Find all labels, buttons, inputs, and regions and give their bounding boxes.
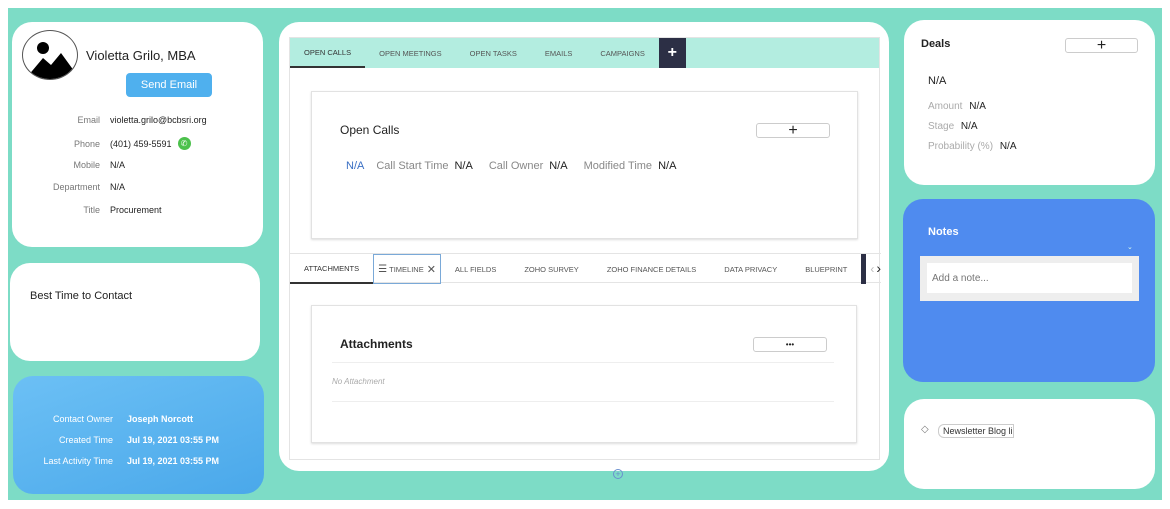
note-input-wrap	[920, 256, 1139, 301]
meta-row: Last Activity Time Jul 19, 2021 03:55 PM	[13, 451, 219, 472]
deal-fields: Amount N/A Stage N/A Probability (%) N/A	[928, 97, 1016, 157]
best-time-title: Best Time to Contact	[30, 290, 133, 302]
notes-collapse-icon[interactable]: ⌄	[1127, 243, 1133, 251]
attachments-more-button[interactable]: •••	[753, 337, 827, 352]
field-email: Email violetta.grilo@bcbsri.org	[22, 115, 207, 125]
note-input[interactable]	[927, 263, 1132, 293]
attachments-title: Attachments	[340, 337, 413, 351]
phone-value[interactable]: (401) 459-5591	[110, 139, 172, 149]
meta-list: Contact Owner Joseph Norcott Created Time…	[13, 409, 219, 472]
deal-label: Amount	[928, 101, 963, 112]
call-field-label: Call Start Time	[376, 160, 449, 172]
tab-open-meetings[interactable]: OPEN MEETINGS	[365, 38, 456, 68]
field-phone: Phone (401) 459-5591 ✆	[22, 137, 191, 150]
drag-handle-icon[interactable]: ☰	[378, 264, 387, 275]
meta-label: Last Activity Time	[43, 456, 113, 466]
open-calls-title: Open Calls	[340, 123, 400, 137]
field-value: Procurement	[110, 205, 162, 215]
add-call-button[interactable]: +	[756, 122, 830, 139]
field-title: Title Procurement	[22, 205, 162, 215]
bottom-tab-bar: ATTACHMENTS ☰ TIMELINE ✕ ALL FIELDS ZOHO S…	[290, 253, 881, 284]
deal-value: N/A	[999, 141, 1017, 152]
open-calls-box: Open Calls + N/A Call Start Time N/A Call…	[311, 91, 858, 239]
field-value: N/A	[110, 182, 126, 192]
field-label: Mobile	[73, 160, 100, 170]
deals-card: Deals + N/A Amount N/A Stage N/A Probabi…	[904, 20, 1155, 185]
field-department: Department N/A	[22, 182, 125, 192]
meta-row: Contact Owner Joseph Norcott	[13, 409, 219, 430]
best-time-card: Best Time to Contact	[10, 263, 260, 361]
call-field-value: N/A	[549, 160, 568, 172]
meta-row: Created Time Jul 19, 2021 03:55 PM	[13, 430, 219, 451]
meta-card: Contact Owner Joseph Norcott Created Time…	[13, 376, 264, 494]
center-card: OPEN CALLS OPEN MEETINGS OPEN TASKS EMAI…	[279, 22, 889, 471]
send-email-button[interactable]: Send Email	[126, 73, 212, 97]
deal-label: Stage	[928, 121, 955, 132]
call-subject-link[interactable]: N/A	[346, 160, 364, 172]
tag-chip[interactable]: Newsletter Blog li	[938, 424, 1014, 438]
deal-value: N/A	[969, 101, 986, 112]
tab-blueprint[interactable]: BLUEPRINT	[791, 254, 861, 284]
field-label: Email	[77, 115, 100, 125]
avatar	[22, 30, 78, 80]
add-deal-button[interactable]: +	[1065, 37, 1138, 54]
contact-name: Violetta Grilo, MBA	[86, 48, 196, 63]
top-tab-bar: OPEN CALLS OPEN MEETINGS OPEN TASKS EMAI…	[290, 38, 879, 68]
phone-call-icon[interactable]: ✆	[177, 137, 191, 150]
tab-attachments[interactable]: ATTACHMENTS	[290, 254, 374, 284]
tab-zoho-survey[interactable]: ZOHO SURVEY	[510, 254, 592, 284]
call-row: N/A Call Start Time N/A Call Owner N/A Mod…	[346, 160, 676, 172]
notes-card: Notes ⌄	[903, 199, 1155, 382]
no-attachment-text: No Attachment	[332, 377, 385, 386]
deal-value: N/A	[960, 121, 978, 132]
center-panel: OPEN CALLS OPEN MEETINGS OPEN TASKS EMAI…	[289, 37, 881, 460]
tab-all-fields[interactable]: ALL FIELDS	[441, 254, 510, 284]
divider	[332, 401, 834, 402]
tag-icon: ◇	[921, 424, 929, 435]
meta-label: Contact Owner	[52, 414, 113, 424]
contact-card: Violetta Grilo, MBA Send Email Email viol…	[12, 22, 263, 247]
meta-value: Joseph Norcott	[127, 414, 194, 424]
deal-field: Amount N/A	[928, 97, 1016, 117]
close-tab-icon[interactable]: ✕	[427, 263, 436, 276]
scroll-left-icon[interactable]: ‹	[870, 262, 874, 282]
divider	[332, 362, 834, 363]
field-label: Phone	[73, 138, 100, 149]
tab-emails[interactable]: EMAILS	[531, 38, 587, 68]
deal-name[interactable]: N/A	[928, 75, 946, 87]
field-label: Title	[83, 205, 100, 215]
field-mobile: Mobile N/A	[22, 160, 125, 170]
tab-open-tasks[interactable]: OPEN TASKS	[456, 38, 531, 68]
call-field-value: N/A	[658, 160, 677, 172]
attachments-box: Attachments ••• No Attachment	[311, 305, 857, 443]
call-field-label: Call Owner	[488, 160, 544, 172]
scroll-right-icon[interactable]: ›	[876, 260, 881, 282]
meta-label: Created Time	[58, 435, 113, 445]
deal-field: Probability (%) N/A	[928, 137, 1016, 157]
add-section-icon[interactable]: +	[613, 469, 623, 479]
deal-field: Stage N/A	[928, 117, 1016, 137]
meta-value: Jul 19, 2021 03:55 PM	[127, 456, 220, 466]
tab-timeline[interactable]: ☰ TIMELINE ✕	[373, 254, 441, 284]
deals-title: Deals	[921, 38, 951, 50]
tab-overflow	[861, 254, 867, 284]
tab-data-privacy[interactable]: DATA PRIVACY	[710, 254, 791, 284]
tab-open-calls[interactable]: OPEN CALLS	[290, 38, 366, 68]
tab-campaigns[interactable]: CAMPAIGNS	[586, 38, 658, 68]
field-value: N/A	[110, 160, 126, 170]
field-label: Department	[52, 182, 100, 192]
notes-title: Notes	[928, 226, 959, 238]
tab-label: TIMELINE	[389, 264, 424, 274]
meta-value: Jul 19, 2021 03:55 PM	[127, 435, 220, 445]
email-link[interactable]: violetta.grilo@bcbsri.org	[110, 115, 207, 125]
deal-label: Probability (%)	[928, 141, 994, 152]
tags-card: ◇ Newsletter Blog li	[904, 399, 1155, 489]
add-tab-button[interactable]: +	[658, 38, 686, 68]
tab-zoho-finance-details[interactable]: ZOHO FINANCE DETAILS	[593, 254, 710, 284]
call-field-label: Modified Time	[583, 160, 653, 172]
call-field-value: N/A	[454, 160, 473, 172]
